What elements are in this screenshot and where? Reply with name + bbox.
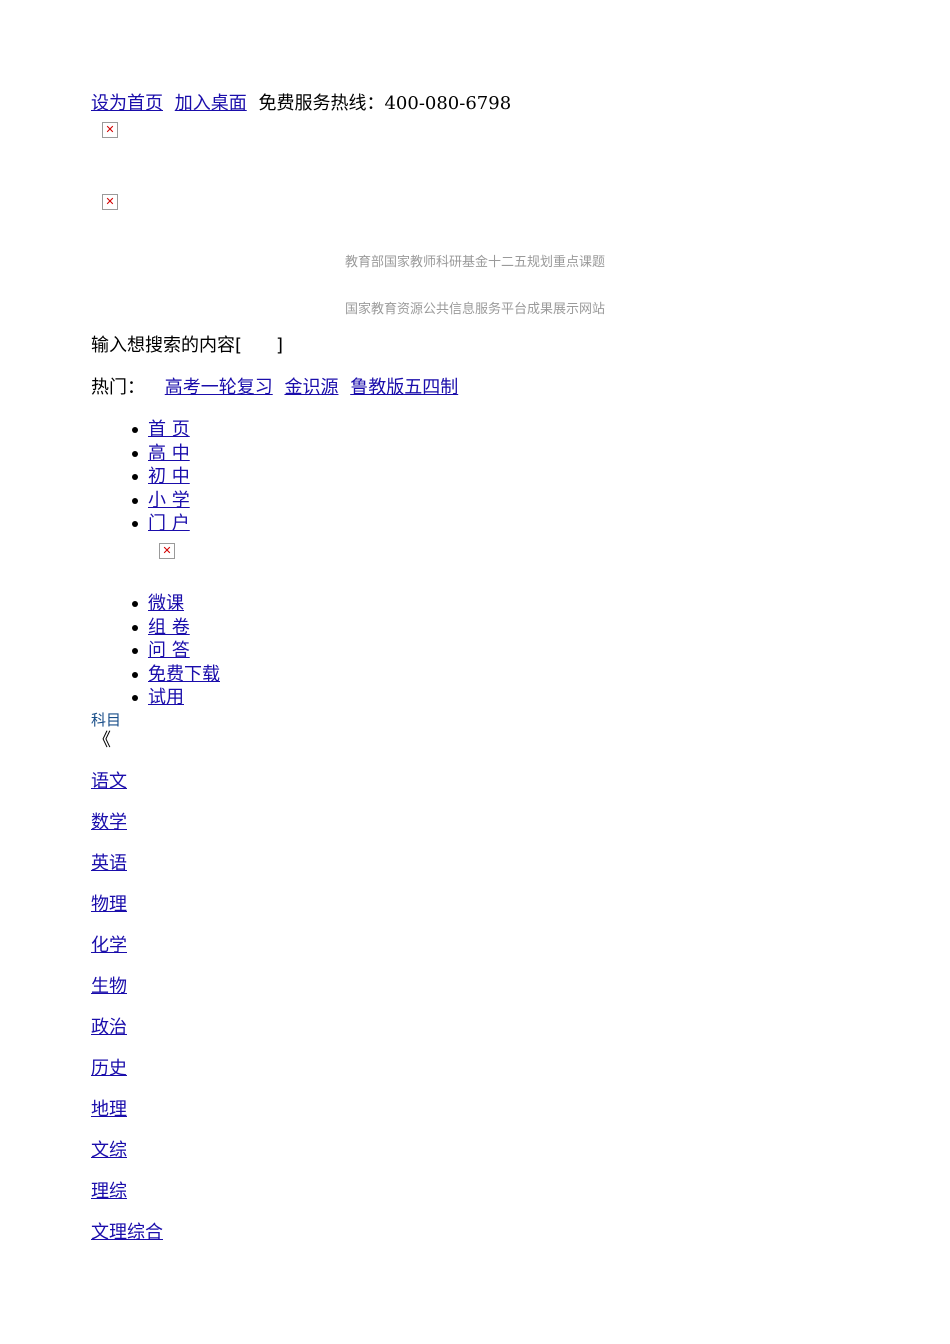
nav-link-paper-builder[interactable]: 组 卷 bbox=[148, 617, 190, 638]
nav-item-primary-school: 小 学 bbox=[132, 489, 190, 513]
subject-link[interactable]: 物理 bbox=[91, 893, 163, 934]
set-homepage-link[interactable]: 设为首页 bbox=[91, 93, 163, 114]
nav-link-high-school[interactable]: 高 中 bbox=[148, 443, 190, 464]
nav-item-middle-school: 初 中 bbox=[132, 465, 190, 489]
secondary-nav: 微课 组 卷 问 答 免费下载 试用 bbox=[132, 592, 220, 710]
hot-searches: 热门： 高考一轮复习 金识源 鲁教版五四制 bbox=[91, 376, 458, 400]
nav-link-middle-school[interactable]: 初 中 bbox=[148, 466, 190, 487]
slogan-line-1: 教育部国家教师科研基金十二五规划重点课题 bbox=[344, 255, 605, 270]
hot-link[interactable]: 高考一轮复习 bbox=[165, 377, 273, 398]
hot-link[interactable]: 金识源 bbox=[284, 377, 338, 398]
subject-link[interactable]: 历史 bbox=[91, 1057, 163, 1098]
main-nav: 首 页 高 中 初 中 小 学 门 户 bbox=[132, 418, 190, 536]
nav-item-trial: 试用 bbox=[132, 686, 220, 710]
nav-item-free-download: 免费下载 bbox=[132, 663, 220, 687]
subject-list: 语文 数学 英语 物理 化学 生物 政治 历史 地理 文综 理综 文理综合 bbox=[91, 770, 163, 1262]
broken-image-icon: ✕ bbox=[102, 194, 118, 210]
nav-item-paper-builder: 组 卷 bbox=[132, 616, 220, 640]
nav-item-qa: 问 答 bbox=[132, 639, 220, 663]
add-desktop-link[interactable]: 加入桌面 bbox=[175, 93, 247, 114]
search-bracket: ] bbox=[276, 335, 284, 356]
broken-image-icon: ✕ bbox=[102, 122, 118, 138]
subjects-title: 科目 bbox=[91, 711, 122, 729]
nav-item-high-school: 高 中 bbox=[132, 442, 190, 466]
subject-link[interactable]: 文综 bbox=[91, 1139, 163, 1180]
subject-link[interactable]: 文理综合 bbox=[91, 1221, 163, 1262]
hotline-text: 免费服务热线：400-080-6798 bbox=[258, 93, 512, 114]
subject-link[interactable]: 政治 bbox=[91, 1016, 163, 1057]
subject-link[interactable]: 地理 bbox=[91, 1098, 163, 1139]
hot-label: 热门： bbox=[91, 377, 145, 398]
subject-link[interactable]: 化学 bbox=[91, 934, 163, 975]
search-box[interactable]: 输入想搜索的内容[] bbox=[91, 334, 283, 358]
nav-item-portal: 门 户 bbox=[132, 512, 190, 536]
subject-link[interactable]: 语文 bbox=[91, 770, 163, 811]
subject-link[interactable]: 理综 bbox=[91, 1180, 163, 1221]
slogan-line-2: 国家教育资源公共信息服务平台成果展示网站 bbox=[344, 302, 605, 317]
collapse-arrow-icon[interactable]: 《 bbox=[93, 730, 111, 752]
broken-image-icon: ✕ bbox=[159, 543, 175, 559]
nav-link-portal[interactable]: 门 户 bbox=[148, 513, 190, 534]
search-input[interactable]: 输入想搜索的内容[ bbox=[91, 335, 242, 356]
nav-link-qa[interactable]: 问 答 bbox=[148, 640, 190, 661]
nav-link-microlesson[interactable]: 微课 bbox=[148, 593, 184, 614]
nav-item-microlesson: 微课 bbox=[132, 592, 220, 616]
nav-link-free-download[interactable]: 免费下载 bbox=[148, 664, 220, 685]
subject-link[interactable]: 英语 bbox=[91, 852, 163, 893]
subject-link[interactable]: 生物 bbox=[91, 975, 163, 1016]
nav-link-trial[interactable]: 试用 bbox=[148, 687, 184, 708]
subject-link[interactable]: 数学 bbox=[91, 811, 163, 852]
nav-link-home[interactable]: 首 页 bbox=[148, 419, 190, 440]
hot-link[interactable]: 鲁教版五四制 bbox=[350, 377, 458, 398]
nav-item-home: 首 页 bbox=[132, 418, 190, 442]
nav-link-primary-school[interactable]: 小 学 bbox=[148, 490, 190, 511]
top-bar: 设为首页 加入桌面 免费服务热线：400-080-6798 bbox=[91, 92, 511, 116]
